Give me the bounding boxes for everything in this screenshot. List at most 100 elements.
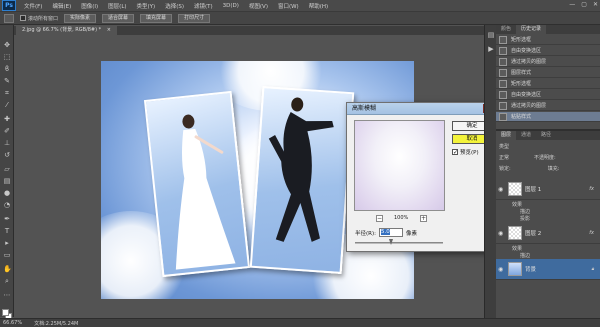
scroll-all-windows-option[interactable]: 滚动所有窗口 [20, 15, 58, 22]
layers-panel: 图层 通道 路径 类型 正常 不透明度: 锁定: 填充: ◉ 图层 1 fx 效… [496, 131, 600, 318]
menu-file[interactable]: 文件(F) [19, 2, 47, 10]
radius-input[interactable]: 5.0 [378, 228, 403, 237]
blend-mode-dropdown[interactable]: 正常 [499, 154, 509, 161]
effect-stroke[interactable]: 描边 [496, 208, 600, 215]
move-tool-icon[interactable]: ✥ [3, 41, 11, 49]
fill-screen-button[interactable]: 填充屏幕 [140, 13, 173, 23]
extra-tools-icon[interactable]: ⋯ [3, 291, 11, 299]
foreground-color-swatch[interactable] [2, 309, 9, 316]
history-step-icon [499, 57, 507, 66]
tab-history[interactable]: 历史记录 [516, 25, 547, 34]
document-tab-bar: 2.jpg @ 66.7% (背景, RGB/8#) * × [14, 26, 484, 35]
blur-preview[interactable] [354, 120, 445, 211]
hand-tool-preset-icon[interactable] [4, 13, 14, 23]
ps-logo: Ps [2, 0, 16, 11]
eraser-tool-icon[interactable]: ▱ [3, 165, 11, 173]
tools-panel: ✥ ⬚ ϐ ✎ ⌗ ⁄ ✚ ✐ ⊥ ↺ ▱ ▤ ● ◔ ✒ T ▸ ▭ ✋ ⌕ … [0, 25, 14, 320]
history-item[interactable]: 矩形选框 [496, 79, 600, 89]
tab-channels[interactable]: 通道 [516, 131, 536, 140]
tab-layers[interactable]: 图层 [496, 131, 517, 140]
right-photo-frame [249, 86, 355, 274]
close-icon[interactable]: ✕ [593, 1, 598, 8]
eye-icon[interactable]: ◉ [498, 230, 505, 237]
history-item[interactable]: 自由变换选区 [496, 90, 600, 100]
menu-image[interactable]: 图像(I) [76, 2, 103, 10]
history-item-label: 矩形选框 [511, 81, 532, 87]
history-step-icon [499, 46, 507, 55]
layer-thumbnail [508, 262, 522, 276]
menu-help[interactable]: 帮助(H) [304, 2, 333, 10]
layer-effects-label: 效果 [512, 246, 523, 252]
menu-filter[interactable]: 滤镜(T) [189, 2, 218, 10]
lasso-tool-icon[interactable]: ϐ [3, 65, 11, 73]
menu-select[interactable]: 选择(S) [160, 2, 189, 10]
pen-tool-icon[interactable]: ✒ [3, 215, 11, 223]
gradient-tool-icon[interactable]: ▤ [3, 177, 11, 185]
actions-panel-icon[interactable]: ▶ [487, 45, 495, 53]
preview-option[interactable]: ✓ 预览(P) [452, 148, 479, 156]
layer-row[interactable]: ◉ 图层 1 fx [496, 179, 600, 200]
preview-checkbox[interactable]: ✓ [452, 149, 458, 156]
fx-icon[interactable]: fx [589, 230, 594, 236]
restore-icon[interactable]: ▢ [581, 1, 587, 8]
eyedropper-tool-icon[interactable]: ⁄ [3, 101, 11, 109]
print-size-button[interactable]: 打印尺寸 [178, 13, 211, 23]
fx-icon[interactable]: fx [589, 186, 594, 192]
lock-icon: 🔒︎ [591, 266, 594, 272]
radius-slider[interactable] [355, 242, 443, 244]
marquee-tool-icon[interactable]: ⬚ [3, 53, 11, 61]
path-select-tool-icon[interactable]: ▸ [3, 239, 11, 247]
effect-drop-shadow[interactable]: 投影 [496, 215, 600, 222]
menu-type[interactable]: 类型(Y) [132, 2, 161, 10]
tab-paths[interactable]: 路径 [536, 131, 556, 140]
tab-color[interactable]: 颜色 [496, 25, 516, 34]
menu-3d[interactable]: 3D(D) [218, 3, 244, 9]
layer-row-selected[interactable]: ◉ 背景 🔒︎ [496, 259, 600, 280]
dodge-tool-icon[interactable]: ◔ [3, 201, 11, 209]
history-item[interactable]: 通过拷贝的图层 [496, 57, 600, 67]
menu-window[interactable]: 窗口(W) [273, 2, 304, 10]
crop-tool-icon[interactable]: ⌗ [3, 89, 11, 97]
zoom-out-button[interactable]: − [376, 215, 383, 222]
document-info[interactable]: 文档:2.25M/5.24M [34, 320, 78, 327]
effect-stroke[interactable]: 描边 [496, 252, 600, 259]
document-tab-label: 2.jpg @ 66.7% (背景, RGB/8#) * [22, 27, 102, 33]
document-tab[interactable]: 2.jpg @ 66.7% (背景, RGB/8#) * × [16, 26, 117, 35]
history-brush-tool-icon[interactable]: ↺ [3, 151, 11, 159]
shape-tool-icon[interactable]: ▭ [3, 251, 11, 259]
menu-edit[interactable]: 编辑(E) [47, 2, 76, 10]
menu-view[interactable]: 视图(V) [244, 2, 273, 10]
scroll-all-checkbox[interactable] [20, 15, 26, 21]
history-item[interactable]: 矩形选框 [496, 35, 600, 45]
document-tab-close-icon[interactable]: × [107, 27, 111, 33]
layer-row[interactable]: ◉ 图层 2 fx [496, 223, 600, 244]
history-item-selected[interactable]: 粘贴样式 [496, 112, 600, 122]
healing-brush-tool-icon[interactable]: ✚ [3, 115, 11, 123]
history-item[interactable]: 通过拷贝的图层 [496, 101, 600, 111]
quick-select-tool-icon[interactable]: ✎ [3, 77, 11, 85]
history-item[interactable]: 图层样式 [496, 68, 600, 78]
zoom-tool-icon[interactable]: ⌕ [3, 277, 11, 285]
lock-row: 锁定: 填充: [496, 165, 600, 172]
zoom-level[interactable]: 66.67% [3, 320, 22, 326]
history-item-label: 图层样式 [511, 70, 532, 76]
filter-kind-dropdown[interactable]: 类型 [499, 143, 509, 150]
hand-tool-icon[interactable]: ✋ [3, 265, 12, 273]
history-panel-icon[interactable]: ▤ [487, 31, 495, 39]
history-item[interactable]: 自由变换选区 [496, 46, 600, 56]
history-step-icon [499, 35, 507, 44]
clone-stamp-tool-icon[interactable]: ⊥ [3, 139, 11, 147]
history-item-label: 通过拷贝的图层 [511, 103, 547, 109]
layer-name: 背景 [525, 267, 537, 273]
minimize-icon[interactable]: — [569, 1, 575, 8]
actual-pixels-button[interactable]: 实际像素 [64, 13, 97, 23]
blur-tool-icon[interactable]: ● [3, 189, 11, 197]
type-tool-icon[interactable]: T [3, 227, 11, 235]
zoom-in-button[interactable]: + [420, 215, 427, 222]
menu-layer[interactable]: 图层(L) [103, 2, 131, 10]
eye-icon[interactable]: ◉ [498, 186, 505, 193]
fit-screen-button[interactable]: 适合屏幕 [102, 13, 135, 23]
photoshop-window: Ps 文件(F) 编辑(E) 图像(I) 图层(L) 类型(Y) 选择(S) 滤… [0, 0, 600, 327]
eye-icon[interactable]: ◉ [498, 266, 505, 273]
brush-tool-icon[interactable]: ✐ [3, 127, 11, 135]
